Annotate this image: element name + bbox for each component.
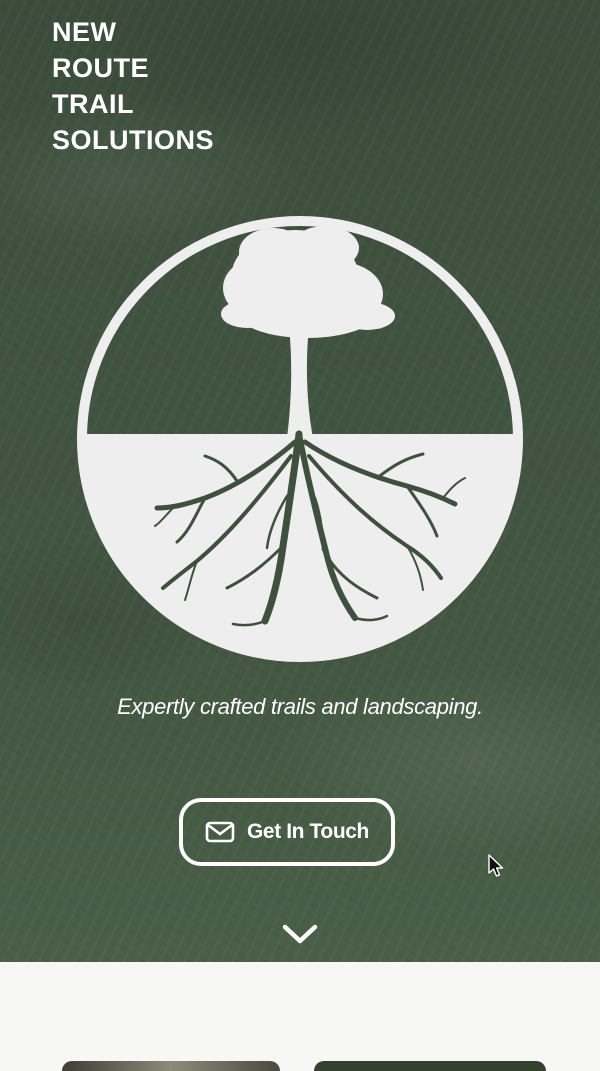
gallery-card-image[interactable] bbox=[314, 1061, 546, 1071]
brand-line-1: NEW bbox=[52, 17, 117, 47]
tree-roots-icon bbox=[77, 216, 523, 662]
brand-line-4: SOLUTIONS bbox=[52, 125, 215, 155]
hero-tagline: Expertly crafted trails and landscaping. bbox=[117, 694, 483, 719]
site-logo-text[interactable]: NEW ROUTE TRAIL SOLUTIONS bbox=[52, 14, 214, 158]
mail-icon bbox=[205, 821, 235, 843]
brand-line-2: ROUTE bbox=[52, 53, 149, 83]
gallery-card-image[interactable] bbox=[62, 1061, 280, 1071]
hero-section: NEW ROUTE TRAIL SOLUTIONS Expertly craft… bbox=[0, 0, 600, 962]
content-section bbox=[0, 962, 600, 1067]
get-in-touch-button[interactable]: Get In Touch bbox=[179, 798, 395, 866]
mouse-pointer-icon bbox=[488, 854, 504, 877]
get-in-touch-label: Get In Touch bbox=[247, 820, 369, 843]
brand-line-3: TRAIL bbox=[52, 89, 134, 119]
chevron-down-icon[interactable] bbox=[281, 922, 319, 946]
